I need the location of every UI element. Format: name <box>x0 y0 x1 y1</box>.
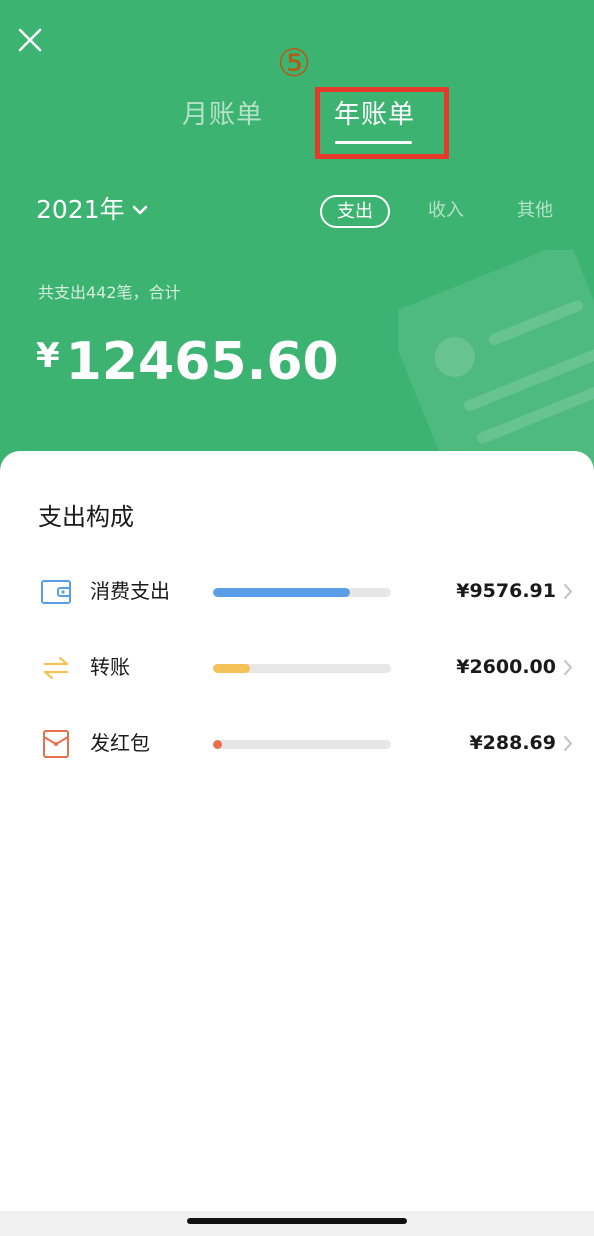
row-label: 发红包 <box>90 731 150 755</box>
bill-illustration-icon <box>398 250 594 480</box>
row-value: ¥2600.00 <box>456 656 556 678</box>
breakdown-row-red-packet[interactable]: 发红包 ¥288.69 <box>0 722 594 766</box>
red-packet-icon <box>43 730 69 758</box>
annotation-highlight-box <box>315 87 449 159</box>
row-value: ¥288.69 <box>469 732 556 754</box>
row-value: ¥9576.91 <box>456 580 556 602</box>
filter-expense-button[interactable]: 支出 <box>320 195 390 228</box>
total-amount: ¥ 12465.60 <box>36 330 339 394</box>
breakdown-card: 支出构成 消费支出 ¥9576.91 转账 ¥2600.00 发红包 ¥288.… <box>0 451 594 1211</box>
close-icon[interactable] <box>14 24 46 56</box>
breakdown-row-transfer[interactable]: 转账 ¥2600.00 <box>0 646 594 690</box>
currency-symbol: ¥ <box>36 336 60 376</box>
progress-fill <box>213 664 250 673</box>
header-panel: ⑤ 月账单 年账单 2021年 支出 收入 其他 共支出442笔，合计 ¥ 12… <box>0 0 594 480</box>
step-marker: ⑤ <box>276 41 312 85</box>
progress-track <box>213 740 391 749</box>
filter-other-button[interactable]: 其他 <box>517 198 553 224</box>
chevron-right-icon <box>564 660 572 675</box>
filter-income-button[interactable]: 收入 <box>428 198 464 224</box>
home-indicator <box>187 1218 407 1224</box>
summary-caption: 共支出442笔，合计 <box>38 283 181 302</box>
progress-fill <box>213 588 350 597</box>
transfer-icon <box>43 656 69 680</box>
breakdown-row-consumption[interactable]: 消费支出 ¥9576.91 <box>0 570 594 614</box>
row-label: 消费支出 <box>90 579 170 603</box>
progress-track <box>213 588 391 597</box>
breakdown-title: 支出构成 <box>38 503 134 531</box>
progress-fill <box>213 740 222 749</box>
chevron-right-icon <box>564 736 572 751</box>
tab-monthly-bill[interactable]: 月账单 <box>182 97 263 133</box>
progress-track <box>213 664 391 673</box>
chevron-right-icon <box>564 584 572 599</box>
year-label: 2021年 <box>36 195 125 224</box>
row-label: 转账 <box>90 655 130 679</box>
wallet-icon <box>41 580 71 604</box>
year-selector[interactable]: 2021年 <box>36 193 149 227</box>
chevron-down-icon <box>132 205 147 215</box>
total-amount-value: 12465.60 <box>65 332 339 392</box>
